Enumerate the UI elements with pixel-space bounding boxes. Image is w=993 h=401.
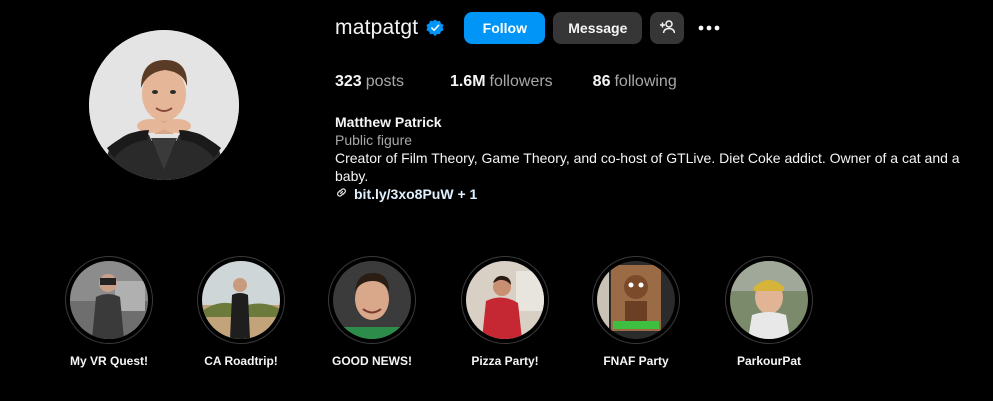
highlight-label: Pizza Party! [471, 354, 539, 368]
posts-stat: 323 posts [335, 73, 404, 91]
highlight-thumbnail [466, 261, 544, 339]
highlight-ring [328, 256, 416, 344]
highlight-thumbnail [70, 261, 148, 339]
profile-page: matpatgt Follow Message 323 posts 1.6M f… [0, 0, 993, 401]
username: matpatgt [335, 16, 419, 39]
category-label: Public figure [335, 132, 413, 148]
bio-text-line-2: baby. [335, 168, 369, 184]
highlight-ring [592, 256, 680, 344]
highlight-label: FNAF Party [603, 354, 669, 368]
highlight-pizza-party[interactable]: Pizza Party! [445, 256, 565, 368]
highlight-label: My VR Quest! [69, 354, 148, 368]
highlight-label: CA Roadtrip! [204, 354, 278, 368]
more-options-icon [698, 25, 720, 31]
highlight-good-news[interactable]: GOOD NEWS! [312, 256, 432, 368]
profile-avatar[interactable] [89, 30, 239, 180]
link-icon [335, 185, 348, 203]
avatar-image [89, 30, 239, 180]
follow-button[interactable]: Follow [464, 12, 546, 44]
posts-count: 323 [335, 73, 362, 90]
highlight-ring [197, 256, 285, 344]
profile-bio: Matthew Patrick Public figure Creator of… [335, 113, 975, 203]
followers-stat[interactable]: 1.6M followers [450, 73, 553, 91]
highlight-my-vr-quest[interactable]: My VR Quest! [49, 256, 169, 368]
following-count: 86 [592, 73, 611, 90]
highlight-ring [65, 256, 153, 344]
highlight-label: GOOD NEWS! [332, 354, 412, 368]
highlight-ring [461, 256, 549, 344]
followers-label: followers [489, 73, 553, 90]
highlight-parkourpat[interactable]: ParkourPat [709, 256, 829, 368]
bio-link-row[interactable]: bit.ly/3xo8PuW + 1 [335, 185, 975, 203]
following-label: following [614, 73, 677, 90]
full-name: Matthew Patrick [335, 114, 442, 130]
highlight-thumbnail [597, 261, 675, 339]
highlight-ring [725, 256, 813, 344]
highlight-thumbnail [730, 261, 808, 339]
followers-count: 1.6M [449, 73, 486, 90]
highlight-ca-roadtrip[interactable]: CA Roadtrip! [181, 256, 301, 368]
profile-stats: 323 posts 1.6M followers 86 following [335, 73, 717, 91]
highlight-label: ParkourPat [736, 354, 802, 368]
highlight-thumbnail [333, 261, 411, 339]
story-highlights: My VR Quest! CA Roadtrip! GOOD NEWS! Piz… [0, 256, 993, 376]
suggest-similar-button[interactable] [650, 12, 685, 44]
message-button[interactable]: Message [553, 12, 643, 44]
verified-badge-icon [426, 19, 444, 37]
posts-label: posts [365, 73, 404, 90]
highlight-thumbnail [202, 261, 280, 339]
highlight-fnaf-party[interactable]: FNAF Party [576, 256, 696, 368]
add-person-icon [659, 19, 676, 38]
bio-text-line-1: Creator of Film Theory, Game Theory, and… [335, 150, 960, 166]
more-options-button[interactable] [696, 12, 722, 44]
following-stat[interactable]: 86 following [593, 73, 677, 91]
profile-header: matpatgt Follow Message [335, 12, 722, 44]
bio-link[interactable]: bit.ly/3xo8PuW + 1 [354, 185, 477, 203]
